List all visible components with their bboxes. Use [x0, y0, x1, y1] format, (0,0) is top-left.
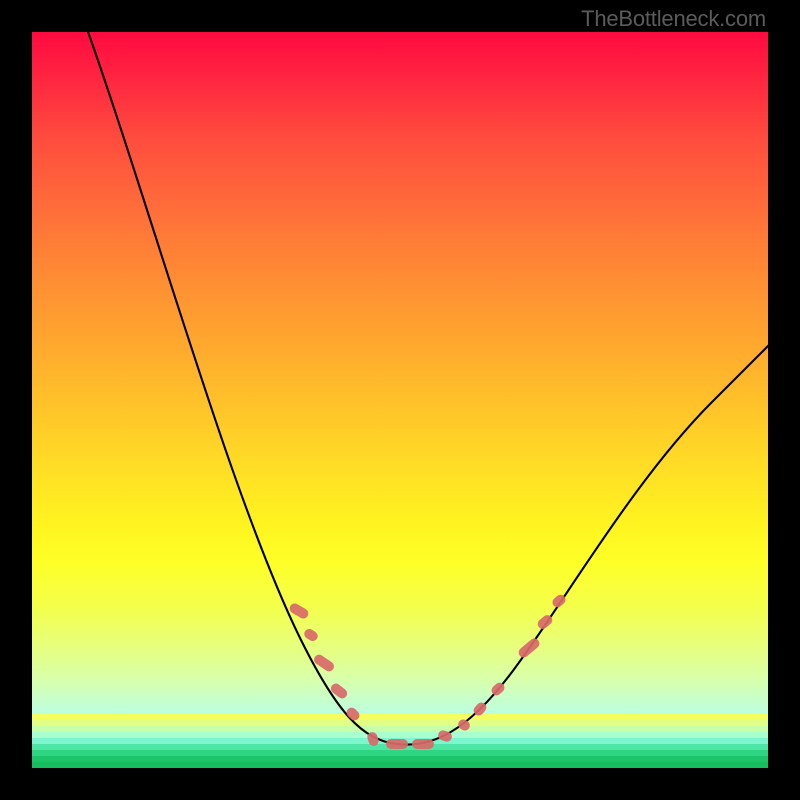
marker-group: [288, 593, 568, 749]
chart-container: TheBottleneck.com: [0, 0, 800, 800]
bottleneck-curve: [86, 32, 768, 745]
curve-svg: [32, 32, 768, 768]
plot-area: [32, 32, 768, 768]
watermark-text: TheBottleneck.com: [581, 6, 766, 32]
